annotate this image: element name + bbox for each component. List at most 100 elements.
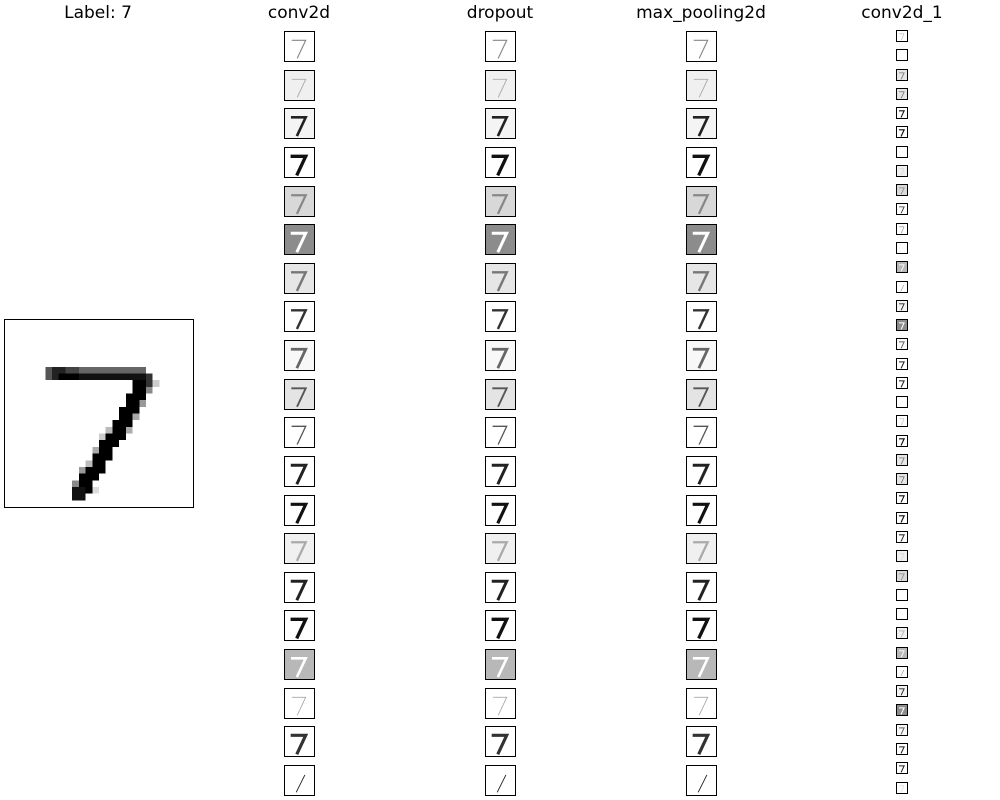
conv2d-map xyxy=(284,224,315,255)
conv2d-1-map xyxy=(896,30,908,42)
conv2d-1-map xyxy=(896,319,908,331)
conv2d-1-map-image xyxy=(897,628,907,638)
conv2d-1-map xyxy=(896,396,908,408)
conv2d-1-map xyxy=(896,512,908,524)
conv2d-1-map-image xyxy=(897,243,907,253)
conv2d-1-map-image xyxy=(897,474,907,484)
conv2d-map xyxy=(284,572,315,603)
dropout-map xyxy=(485,533,516,564)
max-pooling2d-map xyxy=(686,688,717,719)
conv2d-1-map-image xyxy=(897,339,907,349)
conv2d-1-map xyxy=(896,107,908,119)
conv2d-map-image xyxy=(285,71,314,100)
max-pooling2d-map xyxy=(686,649,717,680)
conv2d-1-map-image xyxy=(897,571,907,581)
max-pooling2d-map-image xyxy=(687,418,716,447)
conv2d-map xyxy=(284,379,315,410)
conv2d-1-map xyxy=(896,627,908,639)
conv2d-map-image xyxy=(285,496,314,525)
conv2d-1-map xyxy=(896,126,908,138)
max-pooling2d-map-image xyxy=(687,302,716,331)
max-pooling2d-map xyxy=(686,70,717,101)
conv2d-1-map-image xyxy=(897,50,907,60)
conv2d-1-map xyxy=(896,88,908,100)
conv2d-1-map-image xyxy=(897,127,907,137)
dropout-map xyxy=(485,688,516,719)
conv2d-map-image xyxy=(285,109,314,138)
dropout-map xyxy=(485,224,516,255)
conv2d-1-map-image xyxy=(897,416,907,426)
conv2d-map-image xyxy=(285,302,314,331)
conv2d-title: conv2d xyxy=(267,3,331,23)
conv2d-1-map-image xyxy=(897,185,907,195)
conv2d-1-map-image xyxy=(897,493,907,503)
max-pooling2d-map xyxy=(686,495,717,526)
conv2d-map-image xyxy=(285,766,314,795)
conv2d-1-map xyxy=(896,261,908,273)
dropout-map-image xyxy=(486,109,515,138)
dropout-map xyxy=(485,379,516,410)
conv2d-1-map-image xyxy=(897,108,907,118)
conv2d-1-map-image xyxy=(897,262,907,272)
dropout-map xyxy=(485,610,516,641)
max-pooling2d-map-image xyxy=(687,496,716,525)
max-pooling2d-map-image xyxy=(687,225,716,254)
dropout-map-image xyxy=(486,187,515,216)
conv2d-1-map-image xyxy=(897,783,907,793)
conv2d-1-map-image xyxy=(897,301,907,311)
conv2d-1-map-image xyxy=(897,744,907,754)
max-pooling2d-title: max_pooling2d xyxy=(636,3,766,23)
max-pooling2d-map xyxy=(686,610,717,641)
conv2d-1-map xyxy=(896,165,908,177)
max-pooling2d-map xyxy=(686,726,717,757)
conv2d-map-image xyxy=(285,32,314,61)
conv2d-1-map xyxy=(896,300,908,312)
conv2d-1-map-image xyxy=(897,667,907,677)
conv2d-map-image xyxy=(285,380,314,409)
max-pooling2d-map-image xyxy=(687,109,716,138)
conv2d-1-map xyxy=(896,415,908,427)
max-pooling2d-map-image xyxy=(687,341,716,370)
conv2d-1-map-image xyxy=(897,166,907,176)
conv2d-map xyxy=(284,108,315,139)
max-pooling2d-map xyxy=(686,379,717,410)
digit-7-pixels xyxy=(45,366,160,501)
conv2d-1-map-image xyxy=(897,705,907,715)
max-pooling2d-map-image xyxy=(687,689,716,718)
conv2d-1-map-image xyxy=(897,282,907,292)
conv2d-1-map xyxy=(896,69,908,81)
conv2d-map-image xyxy=(285,534,314,563)
conv2d-1-map-image xyxy=(897,147,907,157)
dropout-map xyxy=(485,495,516,526)
dropout-map-image xyxy=(486,689,515,718)
conv2d-map-image xyxy=(285,418,314,447)
max-pooling2d-map xyxy=(686,301,717,332)
conv2d-map xyxy=(284,649,315,680)
max-pooling2d-map xyxy=(686,108,717,139)
conv2d-1-map xyxy=(896,647,908,659)
max-pooling2d-map-image xyxy=(687,457,716,486)
dropout-map xyxy=(485,301,516,332)
conv2d-map xyxy=(284,456,315,487)
conv2d-map-image xyxy=(285,225,314,254)
max-pooling2d-map-image xyxy=(687,187,716,216)
dropout-map-image xyxy=(486,534,515,563)
conv2d-1-map-image xyxy=(897,648,907,658)
max-pooling2d-map xyxy=(686,533,717,564)
dropout-map xyxy=(485,456,516,487)
label-title: Label: 7 xyxy=(64,3,132,23)
max-pooling2d-map-image xyxy=(687,71,716,100)
conv2d-map xyxy=(284,301,315,332)
conv2d-map-image xyxy=(285,264,314,293)
dropout-map-image xyxy=(486,71,515,100)
dropout-map-image xyxy=(486,457,515,486)
dropout-map-image xyxy=(486,496,515,525)
conv2d-1-map-image xyxy=(897,359,907,369)
dropout-map xyxy=(485,726,516,757)
conv2d-map-image xyxy=(285,650,314,679)
dropout-map-image xyxy=(486,225,515,254)
conv2d-1-map xyxy=(896,762,908,774)
conv2d-1-map-image xyxy=(897,378,907,388)
dropout-map-image xyxy=(486,727,515,756)
conv2d-1-map xyxy=(896,724,908,736)
